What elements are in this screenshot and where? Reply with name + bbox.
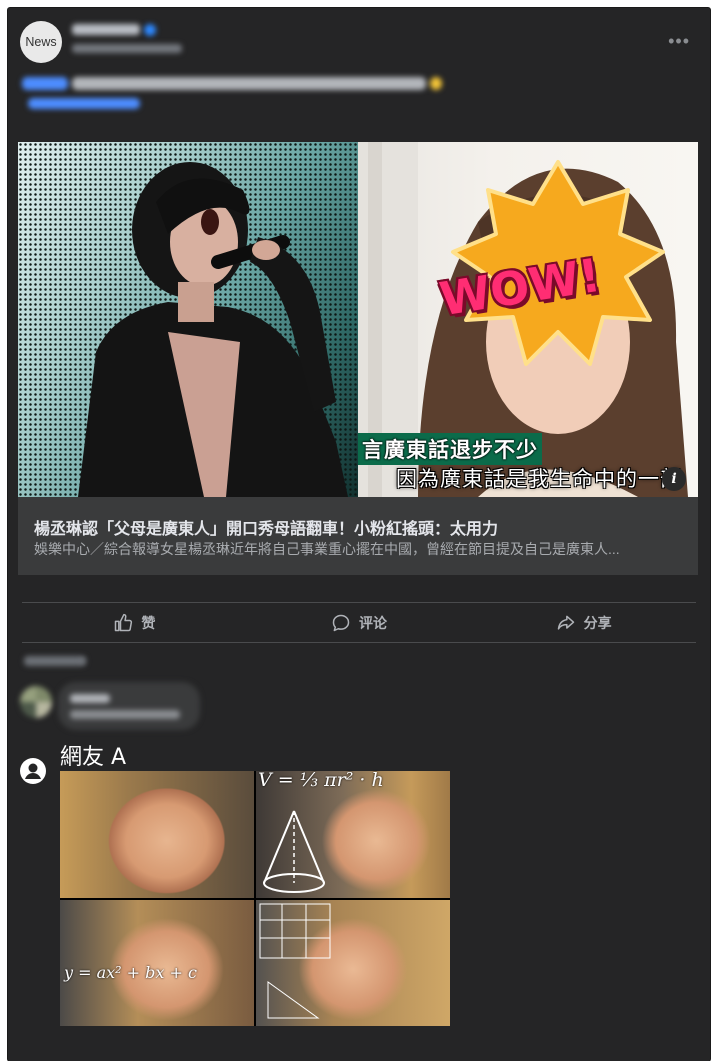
more-options-icon[interactable]: •••: [668, 32, 690, 50]
cone-volume-formula: V = ⅓ πr² · h: [258, 769, 384, 791]
verified-badge-icon: [144, 24, 156, 36]
singer-photo: [18, 142, 358, 497]
info-icon[interactable]: i: [662, 467, 686, 491]
comment-button[interactable]: 评论: [247, 608, 472, 638]
like-label: 赞: [141, 615, 156, 631]
link-title[interactable]: 楊丞琳認「父母是廣東人」開口秀母語翻車！小粉紅搖頭：太用力: [34, 515, 498, 539]
action-bar: 赞 评论 分享: [22, 608, 696, 638]
quadratic-formula: y = ax² + bx + c: [64, 963, 197, 982]
trig-table: [259, 903, 331, 1018]
singer-silhouette: [78, 162, 348, 497]
like-button[interactable]: 赞: [22, 608, 247, 638]
video-subtitle-line1: 言廣東話退步不少: [358, 433, 542, 465]
link-preview-image[interactable]: WOW! 言廣東話退步不少 因為廣東話是我生命中的一部 i: [18, 142, 698, 497]
spacer: [8, 575, 710, 603]
video-subtitle-line2: 因為廣東話是我生命中的一部: [396, 467, 682, 491]
share-arrow-icon: [557, 615, 574, 630]
link-description: 娛樂中心／綜合報導女星楊丞琳近年將自己事業重心擺在中國，曾經在節目提及自己是廣東…: [34, 541, 620, 557]
comment-bubble-icon: [332, 614, 350, 632]
chevron-down-icon[interactable]: ▼: [78, 656, 87, 666]
meme-panel: [60, 771, 254, 898]
page-avatar[interactable]: News: [20, 21, 62, 63]
post-timestamp-blurred[interactable]: [72, 44, 182, 53]
user-icon: [20, 758, 46, 784]
share-button[interactable]: 分享: [471, 608, 696, 638]
link-preview-text[interactable]: 楊丞琳認「父母是廣東人」開口秀母語翻車！小粉紅搖頭：太用力 娛樂中心／綜合報導女…: [18, 497, 698, 575]
meme-panel: [256, 899, 450, 1026]
thumbs-up-icon: [115, 613, 133, 632]
post-caption-blurred: [22, 77, 442, 90]
comment-bubble-blurred: [58, 682, 200, 730]
comment-label: 评论: [359, 615, 387, 631]
comment-sort-blurred[interactable]: [24, 656, 86, 666]
divider: [22, 602, 696, 603]
commenter-name[interactable]: 網友 A: [60, 739, 126, 771]
divider: [22, 642, 696, 643]
post-card: News ••• WOW! 言廣東話退步不少 因為廣東話是我生命中的一部 i 楊…: [8, 8, 710, 1061]
post-hashtag-blurred[interactable]: [28, 98, 140, 109]
share-label: 分享: [583, 615, 612, 631]
math-lady-meme-image[interactable]: V = ⅓ πr² · h y = ax² + bx + c: [60, 769, 450, 1026]
commenter-avatar-blurred[interactable]: [20, 686, 52, 718]
page-name-blurred[interactable]: [72, 24, 140, 35]
